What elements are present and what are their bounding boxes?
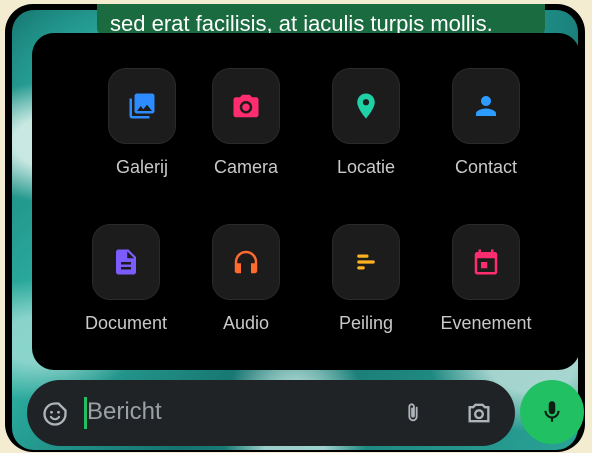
attach-poll-label: Peiling bbox=[338, 313, 394, 333]
attach-gallery-button[interactable]: Galerij bbox=[88, 68, 196, 178]
attach-event-label: Evenement bbox=[440, 313, 532, 333]
message-composer: Bericht bbox=[27, 380, 515, 446]
attach-audio-button[interactable]: Audio bbox=[192, 224, 300, 334]
contact-person-icon bbox=[452, 68, 520, 144]
attach-location-button[interactable]: Locatie bbox=[312, 68, 420, 178]
calendar-event-icon bbox=[452, 224, 520, 300]
attach-audio-label: Audio bbox=[222, 313, 270, 333]
headphones-icon bbox=[212, 224, 280, 300]
message-input[interactable]: Bericht bbox=[87, 398, 162, 426]
sticker-emoji-icon[interactable] bbox=[41, 400, 69, 428]
location-pin-icon bbox=[332, 68, 400, 144]
gallery-icon bbox=[108, 68, 176, 144]
attach-document-button[interactable]: Document bbox=[72, 224, 180, 334]
attach-camera-label: Camera bbox=[213, 157, 279, 177]
document-icon bbox=[92, 224, 160, 300]
paperclip-icon[interactable] bbox=[402, 398, 424, 428]
poll-icon bbox=[332, 224, 400, 300]
attach-camera-button[interactable]: Camera bbox=[192, 68, 300, 178]
attach-contact-label: Contact bbox=[454, 157, 518, 177]
attach-contact-button[interactable]: Contact bbox=[432, 68, 540, 178]
voice-record-button[interactable] bbox=[520, 380, 584, 444]
attachment-menu: Galerij Camera Locatie Contact Document … bbox=[32, 33, 580, 370]
microphone-icon bbox=[544, 401, 560, 422]
camera-icon bbox=[212, 68, 280, 144]
attach-poll-button[interactable]: Peiling bbox=[312, 224, 420, 334]
attach-gallery-label: Galerij bbox=[115, 157, 168, 177]
attach-location-label: Locatie bbox=[336, 157, 396, 177]
attach-document-label: Document bbox=[84, 313, 168, 333]
attach-event-button[interactable]: Evenement bbox=[432, 224, 540, 334]
camera-icon[interactable] bbox=[464, 399, 494, 427]
